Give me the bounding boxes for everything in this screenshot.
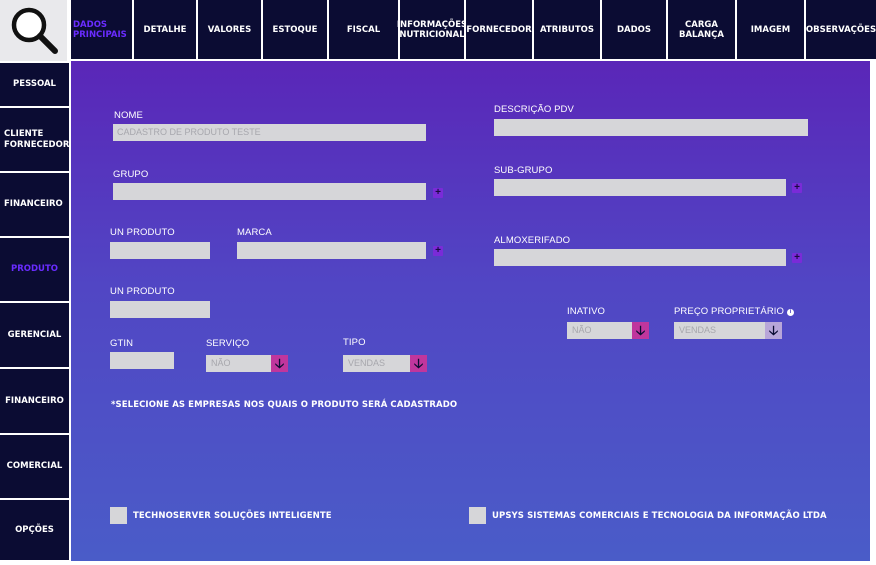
almoxerifado-label: ALMOXERIFADO — [494, 235, 571, 246]
tipo-select[interactable]: VENDAS 🡣 — [343, 355, 427, 372]
arrow-down-icon: 🡣 — [632, 322, 649, 339]
sidebar-item-pessoal[interactable]: PESSOAL — [0, 63, 69, 106]
product-form: NOME CADASTRO DE PRODUTO TESTE GRUPO + U… — [71, 61, 870, 561]
tab-informacoes-nutricional[interactable]: INFORMAÇÕES NUTRICIONAL — [397, 0, 467, 61]
sidebar-item-comercial[interactable]: COMERCIAL — [0, 435, 69, 498]
grupo-add-button[interactable]: + — [433, 188, 443, 198]
inativo-select[interactable]: NÃO 🡣 — [567, 322, 649, 339]
company-label-technoserver: TECHNOSERVER SOLUÇÕES INTELIGENTE — [133, 511, 332, 521]
servico-value: NÃO — [211, 358, 231, 368]
sidebar-item-produto[interactable]: PRODUTO — [0, 238, 69, 301]
almoxerifado-add-button[interactable]: + — [792, 253, 802, 263]
sidebar-item-financeiro-2[interactable]: FINANCEIRO — [0, 369, 69, 433]
tab-carga-balanca[interactable]: CARGA BALANÇA — [668, 0, 735, 61]
tab-valores[interactable]: VALORES — [198, 0, 261, 61]
company-label-upsys: UPSYS SISTEMAS COMERCIAIS E TECNOLOGIA D… — [492, 511, 827, 521]
marca-field[interactable] — [237, 242, 426, 259]
sidebar-item-opcoes[interactable]: OPÇÕES — [0, 500, 69, 560]
sidebar: PESSOAL CLIENTE FORNECEDOR FINANCEIRO PR… — [0, 61, 71, 565]
search-button[interactable] — [0, 0, 69, 61]
inativo-value: NÃO — [572, 325, 592, 335]
arrow-down-icon: 🡣 — [765, 322, 782, 339]
tab-detalhe[interactable]: DETALHE — [134, 0, 196, 61]
preco-proprietario-value: VENDAS — [679, 325, 717, 335]
arrow-down-icon: 🡣 — [410, 355, 427, 372]
sidebar-item-financeiro[interactable]: FINANCEIRO — [0, 173, 69, 236]
almoxerifado-field[interactable] — [494, 249, 786, 266]
company-checkbox-upsys[interactable] — [469, 507, 486, 524]
sub-grupo-label: SUB-GRUPO — [494, 165, 553, 176]
gtin-label: GTIN — [110, 338, 134, 349]
company-checkbox-technoserver[interactable] — [110, 507, 127, 524]
companies-note: *SELECIONE AS EMPRESAS NOS QUAIS O PRODU… — [111, 400, 458, 410]
grupo-field[interactable] — [113, 183, 426, 200]
tab-atributos[interactable]: ATRIBUTOS — [534, 0, 600, 61]
un-produto-label: UN PRODUTO — [110, 227, 175, 238]
preco-proprietario-text: PREÇO PROPRIETÁRIO — [674, 306, 785, 317]
sidebar-item-cliente-fornecedor[interactable]: CLIENTE FORNECEDOR — [0, 108, 69, 171]
tab-fornecedor[interactable]: FORNECEDOR — [466, 0, 532, 61]
grupo-label: GRUPO — [113, 169, 149, 180]
descricao-pdv-label: DESCRIÇÃO PDV — [494, 104, 574, 115]
gtin-field[interactable] — [110, 352, 174, 369]
sidebar-item-gerencial[interactable]: GERENCIAL — [0, 303, 69, 367]
preco-proprietario-label: PREÇO PROPRIETÁRIO i — [674, 306, 795, 317]
top-tab-bar: DADOS PRINCIPAIS DETALHE VALORES ESTOQUE… — [71, 0, 876, 61]
marca-add-button[interactable]: + — [433, 246, 443, 256]
tab-estoque[interactable]: ESTOQUE — [263, 0, 327, 61]
nome-label: NOME — [114, 110, 143, 121]
nome-field[interactable]: CADASTRO DE PRODUTO TESTE — [113, 124, 426, 141]
tab-observacoes[interactable]: OBSERVAÇÕES — [806, 0, 876, 61]
arrow-down-icon: 🡣 — [271, 355, 288, 372]
tipo-label: TIPO — [343, 337, 366, 348]
tab-imagem[interactable]: IMAGEM — [737, 0, 804, 61]
marca-label: MARCA — [237, 227, 272, 238]
info-icon[interactable]: i — [787, 309, 795, 316]
tipo-value: VENDAS — [348, 358, 386, 368]
tab-dados[interactable]: DADOS — [602, 0, 666, 61]
un-produto-2-label: UN PRODUTO — [110, 286, 175, 297]
search-icon — [11, 7, 58, 54]
servico-select[interactable]: NÃO 🡣 — [206, 355, 288, 372]
tab-dados-principais[interactable]: DADOS PRINCIPAIS — [71, 0, 132, 61]
sub-grupo-field[interactable] — [494, 179, 786, 196]
un-produto-field[interactable] — [110, 242, 210, 259]
un-produto-2-field[interactable] — [110, 301, 210, 318]
inativo-label: INATIVO — [567, 306, 605, 317]
tab-fiscal[interactable]: FISCAL — [329, 0, 398, 61]
sub-grupo-add-button[interactable]: + — [792, 183, 802, 193]
preco-proprietario-select[interactable]: VENDAS 🡣 — [674, 322, 782, 339]
descricao-pdv-field[interactable] — [494, 119, 808, 136]
servico-label: SERVIÇO — [206, 338, 250, 349]
